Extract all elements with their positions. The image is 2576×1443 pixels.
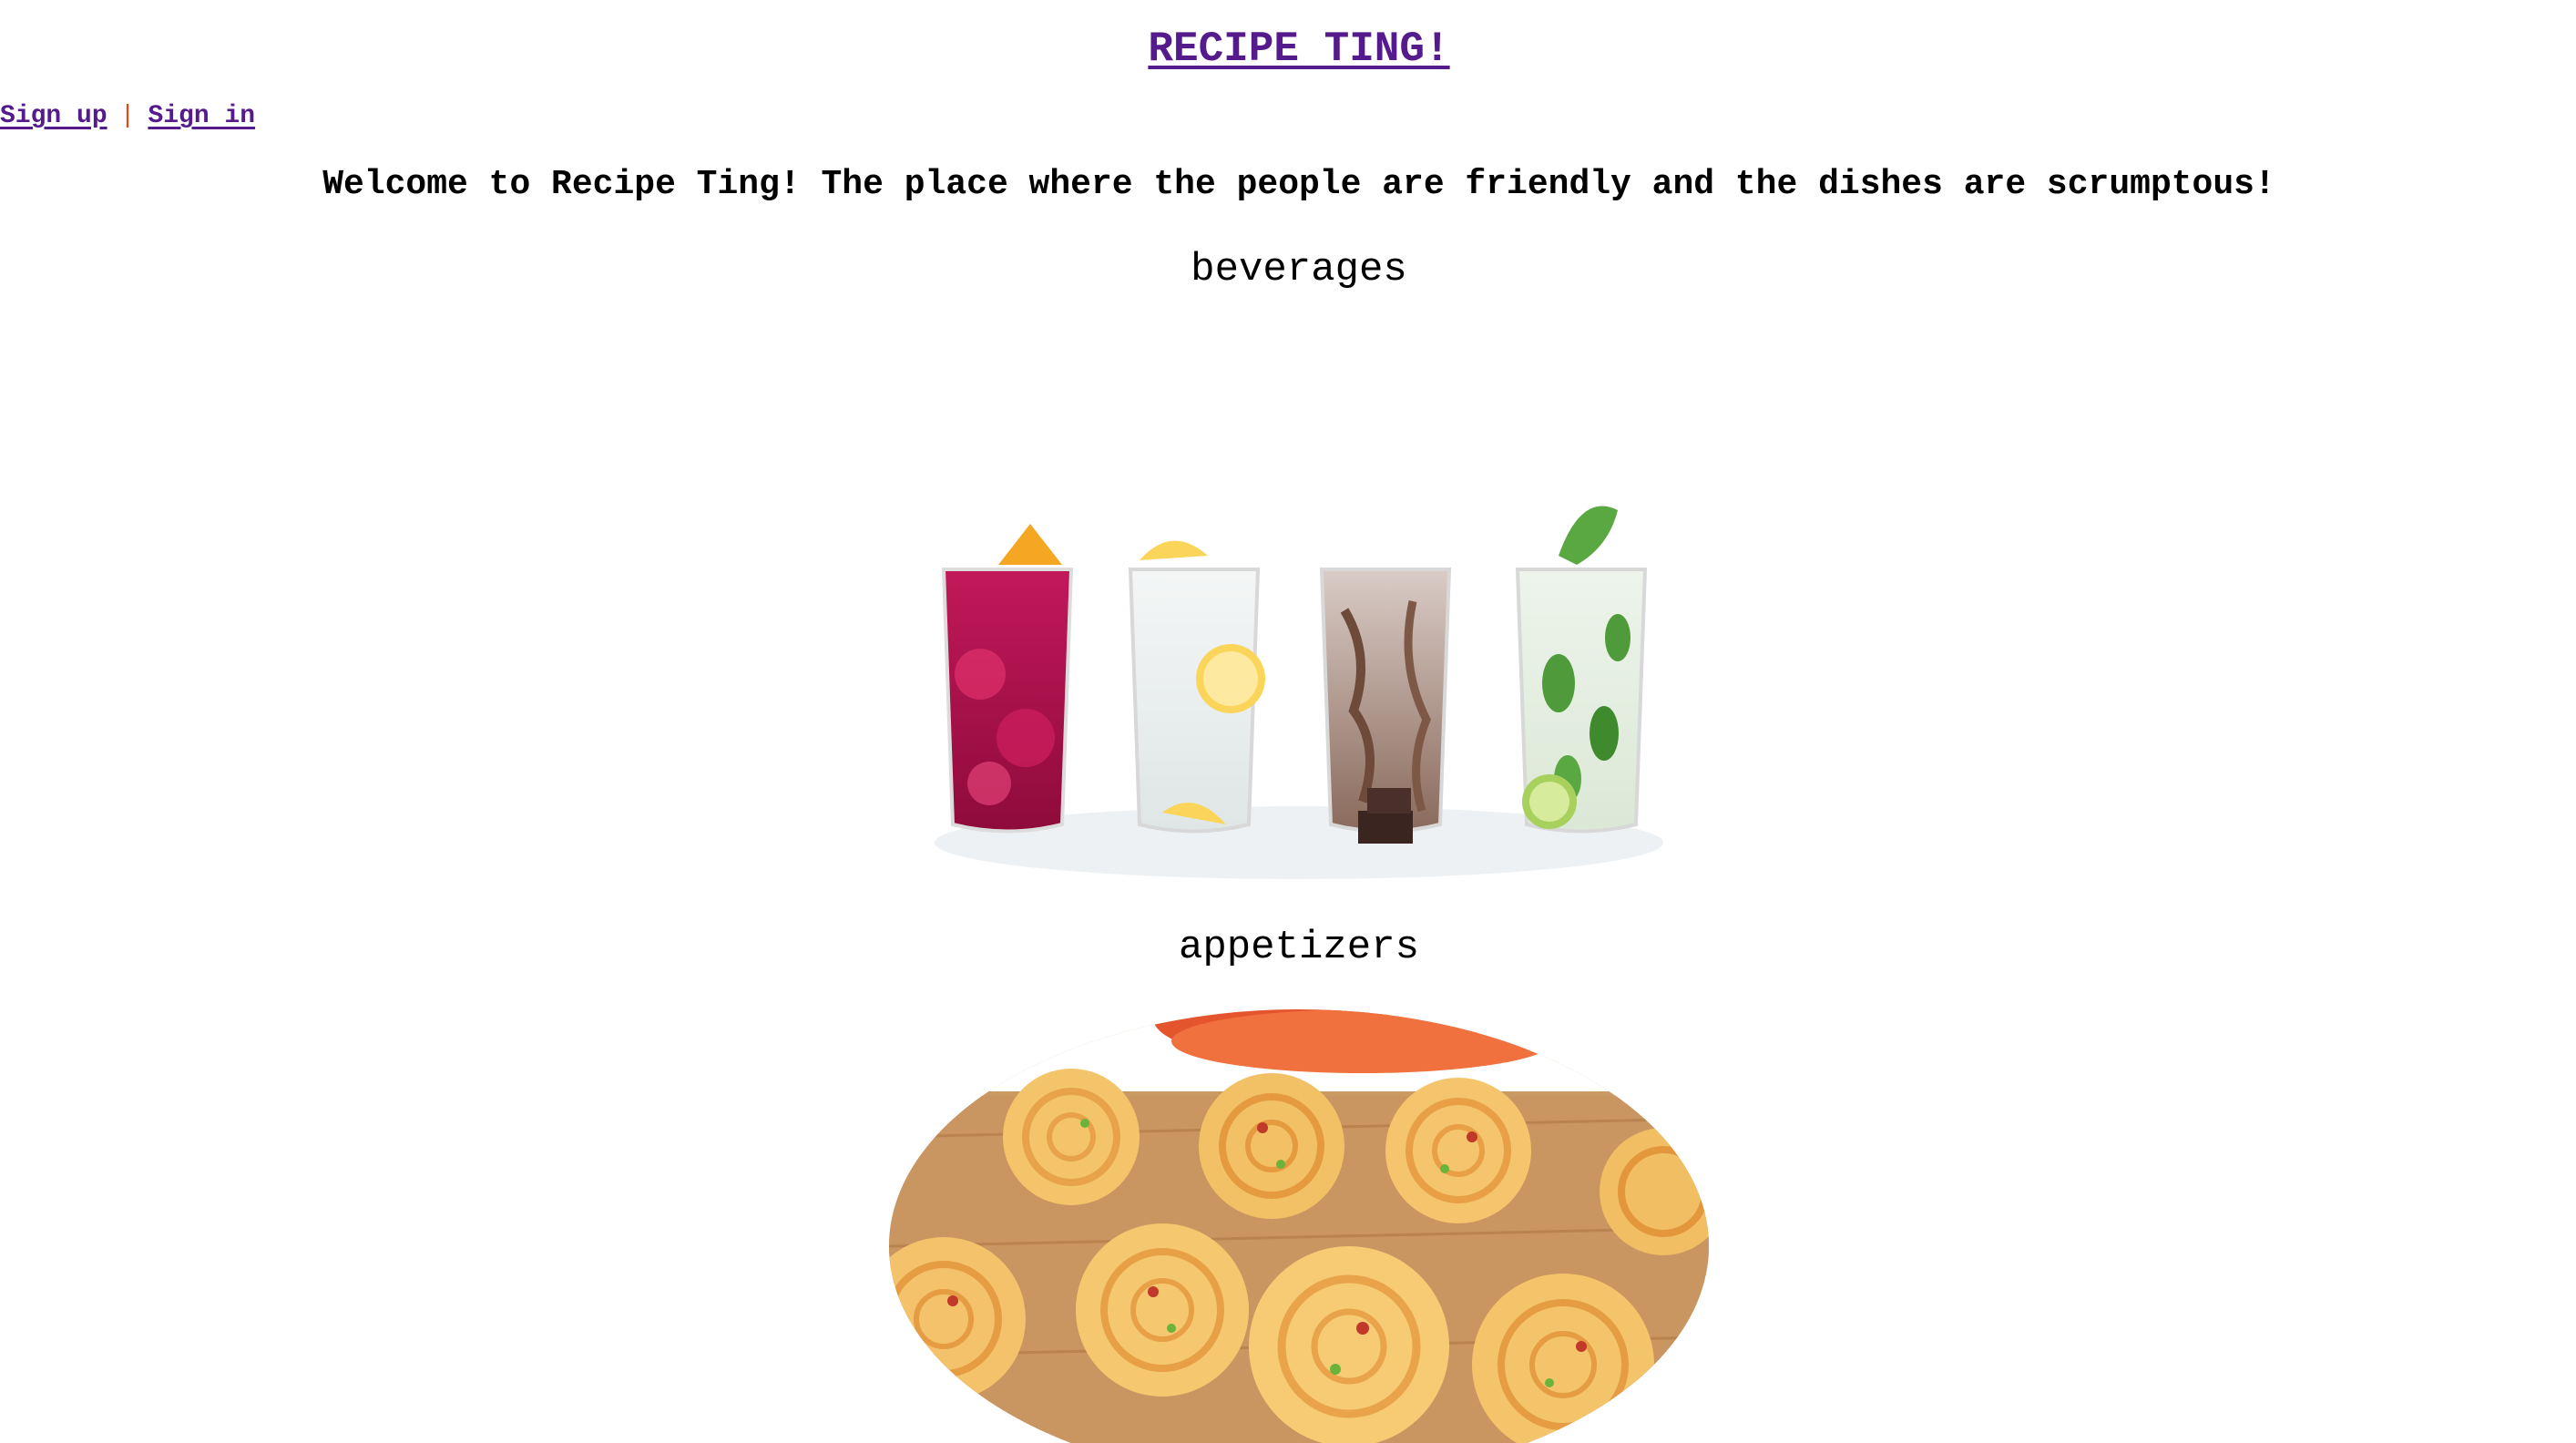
sign-in-link[interactable]: Sign in xyxy=(148,102,255,130)
appetizers-image[interactable] xyxy=(889,1009,1709,1443)
page: RECIPE TING! Sign up | Sign in Welcome to … xyxy=(0,0,2576,1443)
auth-nav: Sign up | Sign in xyxy=(0,98,255,135)
nav-separator: | xyxy=(119,102,136,130)
welcome-message: Welcome to Recipe Ting! The place where … xyxy=(322,165,2275,204)
site-title: RECIPE TING! xyxy=(0,22,2576,77)
site-title-link[interactable]: RECIPE TING! xyxy=(1148,26,1449,73)
category-title-beverages[interactable]: beverages xyxy=(0,242,2576,297)
sign-up-link[interactable]: Sign up xyxy=(0,102,107,130)
category-title-appetizers[interactable]: appetizers xyxy=(0,920,2576,975)
beverages-image[interactable] xyxy=(889,474,1709,884)
